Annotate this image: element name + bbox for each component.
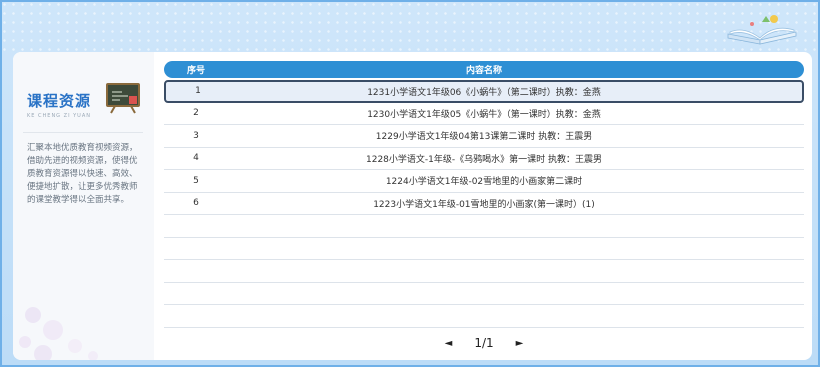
- row-name[interactable]: 1224小学语文1年级-02雪地里的小画家第二课时: [228, 174, 804, 187]
- header-index: 序号: [186, 66, 205, 76]
- table-row[interactable]: 1 1231小学语文1年级06《小蜗牛》（第二课时）执教：金燕: [164, 80, 804, 103]
- table-row[interactable]: 2 1230小学语文1年级05《小蜗牛》（第一课时）执教：金燕: [164, 103, 804, 125]
- blackboard-icon: [106, 83, 140, 114]
- empty-row: [164, 238, 804, 260]
- content-card: 课程资源 KE CHENG ZI YUAN 汇聚本地优质教育视频资源，借助先进的…: [13, 52, 812, 360]
- row-index: 4: [193, 153, 199, 164]
- next-page-button[interactable]: ►: [516, 338, 524, 349]
- table-row[interactable]: 4 1228小学语文-1年级-《乌鸦喝水》第一课时 执教：王震男: [164, 148, 804, 170]
- header-name: 内容名称: [465, 66, 502, 76]
- empty-row: [164, 215, 804, 238]
- table-row[interactable]: 6 1223小学语文1年级-01雪地里的小画家(第一课时）(1): [164, 193, 804, 215]
- prev-page-button[interactable]: ◄: [445, 338, 453, 349]
- sidebar: 课程资源 KE CHENG ZI YUAN 汇聚本地优质教育视频资源，借助先进的…: [13, 52, 154, 360]
- page-indicator: 1/1: [474, 336, 494, 350]
- row-index: 2: [193, 108, 199, 119]
- sidebar-title: 课程资源: [27, 92, 92, 110]
- pagination: ◄ 1/1 ►: [164, 334, 804, 352]
- row-index: 3: [193, 130, 199, 141]
- table-body: 1 1231小学语文1年级06《小蜗牛》（第二课时）执教：金燕 2 1230小学…: [164, 80, 804, 328]
- row-name[interactable]: 1230小学语文1年级05《小蜗牛》（第一课时）执教：金燕: [228, 107, 804, 120]
- table-row[interactable]: 5 1224小学语文1年级-02雪地里的小画家第二课时: [164, 170, 804, 193]
- empty-row: [164, 260, 804, 283]
- sidebar-heading: 课程资源 KE CHENG ZI YUAN: [27, 90, 91, 119]
- empty-row: [164, 305, 804, 328]
- header-pattern: [0, 0, 820, 55]
- sidebar-subtitle: KE CHENG ZI YUAN: [27, 113, 92, 119]
- sidebar-description: 汇聚本地优质教育视频资源，借助先进的视频资源，使得优质教育资源得以快速、高效、便…: [27, 143, 138, 205]
- row-name[interactable]: 1229小学语文1年级04第13课第二课时 执教：王震男: [228, 129, 804, 142]
- row-index: 6: [193, 198, 199, 209]
- row-name[interactable]: 1231小学语文1年级06《小蜗牛》（第二课时）执教：金燕: [230, 85, 802, 98]
- row-name[interactable]: 1223小学语文1年级-01雪地里的小画家(第一课时）(1): [228, 197, 804, 210]
- empty-row: [164, 283, 804, 305]
- row-name[interactable]: 1228小学语文-1年级-《乌鸦喝水》第一课时 执教：王震男: [228, 152, 804, 165]
- decorative-bubbles: [19, 307, 98, 360]
- content-table: 序号 内容名称 1 1231小学语文1年级06《小蜗牛》（第二课时）执教：金燕 …: [164, 61, 804, 328]
- open-book-icon: [727, 15, 797, 45]
- row-index: 5: [193, 175, 199, 186]
- table-header: 序号 内容名称: [164, 61, 804, 78]
- sidebar-divider: [23, 132, 143, 133]
- table-row[interactable]: 3 1229小学语文1年级04第13课第二课时 执教：王震男: [164, 125, 804, 148]
- row-index: 1: [195, 86, 201, 97]
